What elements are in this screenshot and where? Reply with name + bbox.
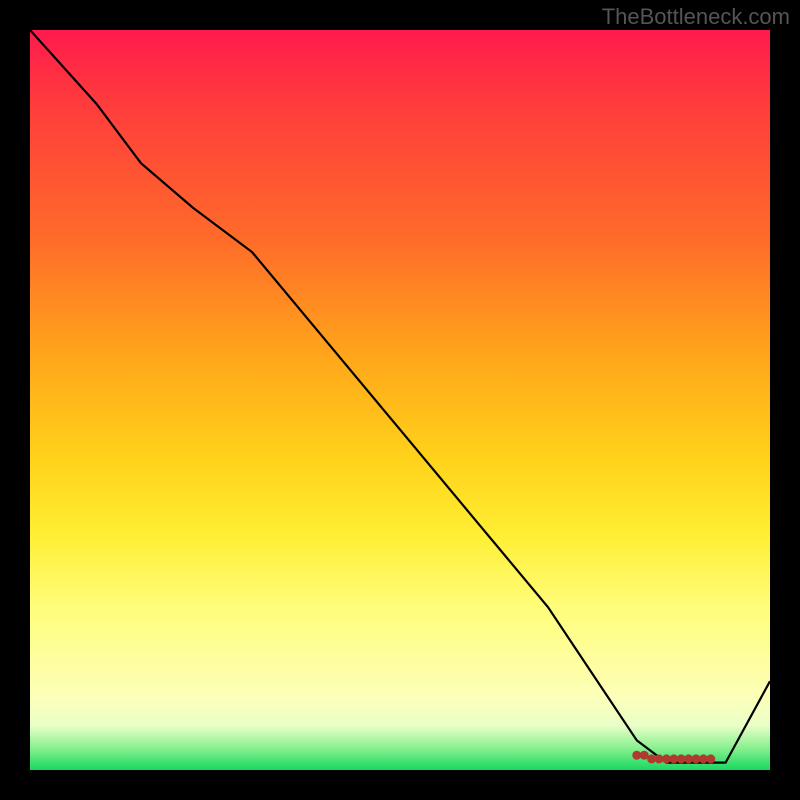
- optimal-marker: [677, 755, 685, 763]
- chart-overlay: [30, 30, 770, 770]
- attribution-text: TheBottleneck.com: [602, 4, 790, 30]
- optimal-marker: [670, 755, 678, 763]
- bottleneck-curve: [30, 30, 770, 763]
- optimal-marker: [699, 755, 707, 763]
- optimal-marker: [648, 755, 656, 763]
- optimal-markers: [633, 751, 715, 763]
- plot-area: [30, 30, 770, 770]
- chart-container: TheBottleneck.com: [0, 0, 800, 800]
- optimal-marker: [640, 751, 648, 759]
- optimal-marker: [692, 755, 700, 763]
- optimal-marker: [707, 755, 715, 763]
- optimal-marker: [685, 755, 693, 763]
- optimal-marker: [662, 755, 670, 763]
- optimal-marker: [633, 751, 641, 759]
- optimal-marker: [655, 755, 663, 763]
